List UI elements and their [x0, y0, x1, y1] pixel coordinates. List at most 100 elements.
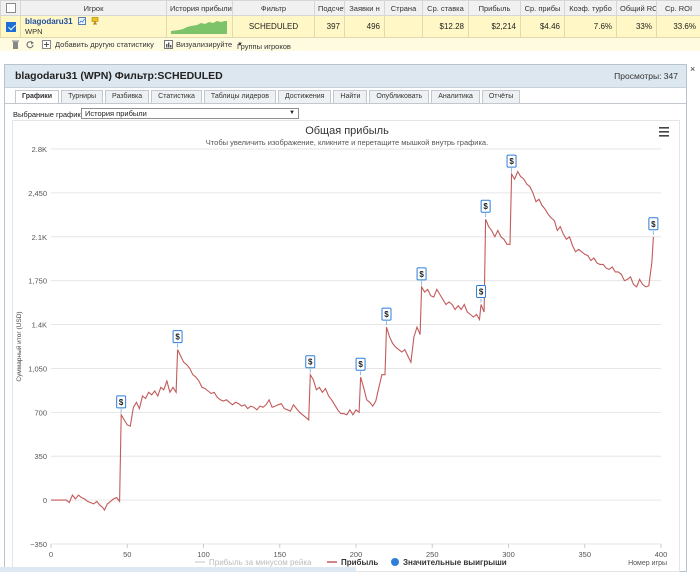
row-checkbox[interactable] — [6, 22, 16, 32]
menu-icon-bar — [659, 131, 669, 133]
col-country[interactable]: Страна — [385, 1, 423, 16]
tab-analytics[interactable]: Аналитика — [431, 90, 480, 103]
chart-select-value: История прибыли — [85, 109, 147, 118]
profit-chart[interactable]: Общая прибыльЧтобы увеличить изображение… — [13, 121, 681, 573]
player-cell: blagodaru31 WPN — [21, 16, 167, 38]
col-count[interactable]: Подсчет — [315, 1, 345, 16]
chevron-down-icon: ▼ — [237, 42, 243, 48]
table-row[interactable]: blagodaru31 WPN SCHEDULED 397 496 $12.28… — [1, 16, 700, 38]
row-select-cell[interactable] — [1, 16, 21, 38]
trophy-icon[interactable] — [91, 17, 99, 25]
count-cell: 397 — [315, 16, 345, 38]
player-network: WPN — [25, 27, 162, 37]
add-stats-icon[interactable] — [42, 40, 51, 49]
y-tick-label: 2,450 — [28, 189, 47, 198]
col-avg-profit[interactable]: Ср. прибы — [521, 1, 565, 16]
big-win-label: $ — [308, 358, 313, 367]
legend-item-profit: Прибыль — [341, 558, 378, 567]
profit-cell: $2,214 — [469, 16, 521, 38]
grid-header-row: Игрок История прибыли Фильтр Подсчет Зая… — [1, 1, 700, 16]
y-tick-label: 1.4K — [32, 321, 47, 330]
x-tick-label: 0 — [49, 550, 53, 559]
tab-breakdown[interactable]: Разбивка — [105, 90, 149, 103]
menu-icon[interactable] — [659, 127, 669, 137]
big-win-label: $ — [358, 360, 363, 369]
profit-sparkline — [171, 18, 227, 34]
y-tick-label: 350 — [34, 452, 47, 461]
x-tick-label: 100 — [197, 550, 210, 559]
total-roi-cell: 33% — [617, 16, 657, 38]
tab-charts[interactable]: Графики — [15, 90, 59, 103]
entries-cell: 496 — [345, 16, 385, 38]
country-cell — [385, 16, 423, 38]
chart-title: Общая прибыль — [305, 125, 389, 137]
chart-select-label: Выбранные графики: — [13, 110, 87, 119]
menu-icon-bar — [659, 135, 669, 137]
panel-title: blagodaru31 (WPN) Фильтр:SCHEDULED — [15, 70, 223, 82]
chart-container[interactable]: Общая прибыльЧтобы увеличить изображение… — [12, 120, 680, 572]
legend-item-big-wins: Значительные выигрыши — [403, 558, 507, 567]
legend-item-net-profit: Прибыль за минусом рейка — [209, 558, 312, 567]
visualize-icon[interactable] — [164, 40, 173, 49]
big-win-label: $ — [509, 157, 514, 166]
col-avg-stake[interactable]: Ср. ставка — [423, 1, 469, 16]
tab-tournaments[interactable]: Турниры — [61, 90, 103, 103]
avg-stake-cell: $12.28 — [423, 16, 469, 38]
tab-find[interactable]: Найти — [333, 90, 367, 103]
chevron-down-icon: ▼ — [289, 109, 295, 118]
trash-icon[interactable] — [12, 40, 19, 49]
avg-roi-cell: 33.6% — [657, 16, 700, 38]
col-profit[interactable]: Прибыль — [469, 1, 521, 16]
panel-header: blagodaru31 (WPN) Фильтр:SCHEDULED Просм… — [5, 65, 686, 88]
y-axis-title: Суммарный итог (USD) — [15, 311, 23, 381]
panel-tabs: ГрафикиТурнирыРазбивкаСтатистикаТаблицы … — [15, 90, 522, 103]
player-link[interactable]: blagodaru31 — [25, 17, 73, 26]
big-win-label: $ — [651, 220, 656, 229]
col-player[interactable]: Игрок — [21, 1, 167, 16]
big-win-label: $ — [119, 398, 124, 407]
col-avg-roi[interactable]: Ср. ROI — [657, 1, 700, 16]
tab-statistics[interactable]: Статистика — [151, 90, 202, 103]
close-icon[interactable]: × — [690, 64, 695, 74]
col-turbo[interactable]: Коэф. турбо — [565, 1, 617, 16]
graph-icon[interactable] — [78, 17, 86, 25]
profit-line — [51, 172, 653, 511]
chart-subtitle: Чтобы увеличить изображение, кликните и … — [206, 138, 488, 147]
horizontal-scrollbar[interactable] — [0, 567, 356, 572]
tab-reports[interactable]: Отчёты — [482, 90, 520, 103]
col-entries[interactable]: Заявки н — [345, 1, 385, 16]
select-all-cell[interactable] — [1, 1, 21, 16]
y-tick-label: 1,750 — [28, 277, 47, 286]
col-profit-history[interactable]: История прибыли — [167, 1, 233, 16]
add-stats-link[interactable]: Добавить другую статистику — [55, 40, 154, 49]
chart-select[interactable]: История прибыли ▼ — [81, 108, 299, 119]
big-win-label: $ — [175, 333, 180, 342]
refresh-icon[interactable] — [26, 40, 34, 49]
turbo-cell: 7.6% — [565, 16, 617, 38]
col-total-roi[interactable]: Общий RO — [617, 1, 657, 16]
big-win-label: $ — [479, 287, 484, 296]
big-win-label: $ — [483, 202, 488, 211]
players-grid: Игрок История прибыли Фильтр Подсчет Зая… — [0, 0, 700, 38]
y-tick-label: 2.1K — [32, 233, 47, 242]
y-tick-label: 1,050 — [28, 364, 47, 373]
x-tick-label: 50 — [123, 550, 131, 559]
x-axis-title: Номер игры — [628, 560, 667, 567]
y-tick-label: 2.8K — [32, 145, 47, 154]
tabs-divider — [5, 103, 686, 104]
menu-icon-bar — [659, 127, 669, 129]
y-tick-label: 700 — [34, 408, 47, 417]
x-tick-label: 350 — [578, 550, 591, 559]
player-groups-label: Группы игроков — [237, 42, 291, 51]
tab-achievements[interactable]: Достижения — [278, 90, 331, 103]
legend-swatch-big-wins — [391, 558, 399, 566]
col-filter[interactable]: Фильтр — [233, 1, 315, 16]
tab-leaderboards[interactable]: Таблицы лидеров — [204, 90, 276, 103]
avg-profit-cell: $4.46 — [521, 16, 565, 38]
select-all-checkbox[interactable] — [6, 3, 16, 13]
visualize-link[interactable]: Визуализируйте — [176, 40, 232, 49]
grid-actions-bar: Добавить другую статистику Визуализируйт… — [0, 38, 700, 51]
filter-cell: SCHEDULED — [233, 16, 315, 38]
tab-publish[interactable]: Опубликовать — [369, 90, 429, 103]
x-tick-label: 400 — [655, 550, 668, 559]
